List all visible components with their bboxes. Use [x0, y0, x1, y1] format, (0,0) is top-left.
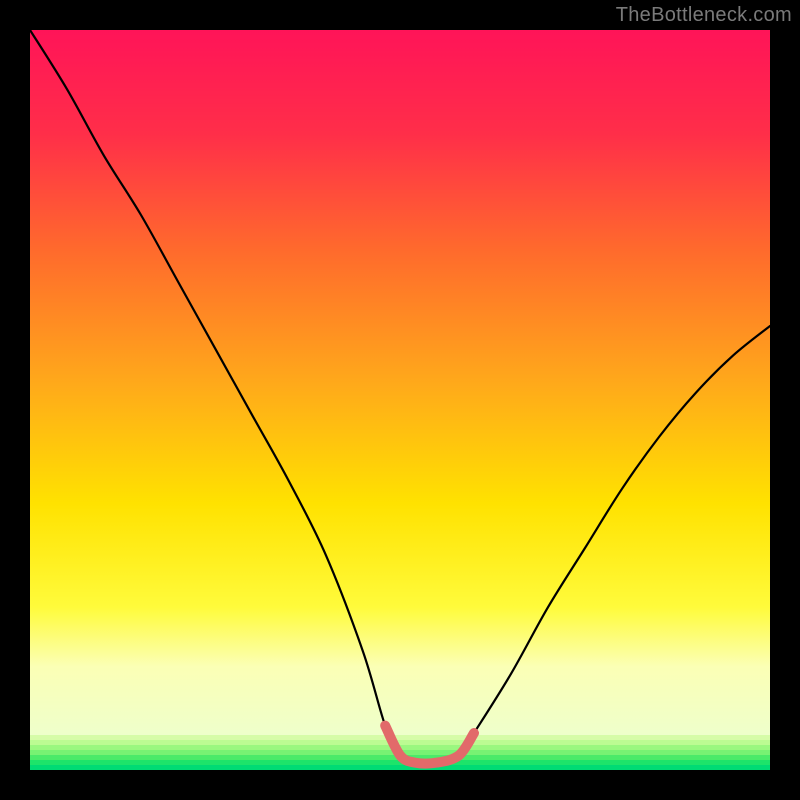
attribution-label: TheBottleneck.com: [616, 4, 792, 27]
curve-layer: [30, 30, 770, 770]
bottleneck-curve: [30, 30, 770, 764]
highlight-segment: [385, 726, 474, 764]
plot-area: [30, 30, 770, 770]
chart-frame: TheBottleneck.com: [0, 0, 800, 800]
